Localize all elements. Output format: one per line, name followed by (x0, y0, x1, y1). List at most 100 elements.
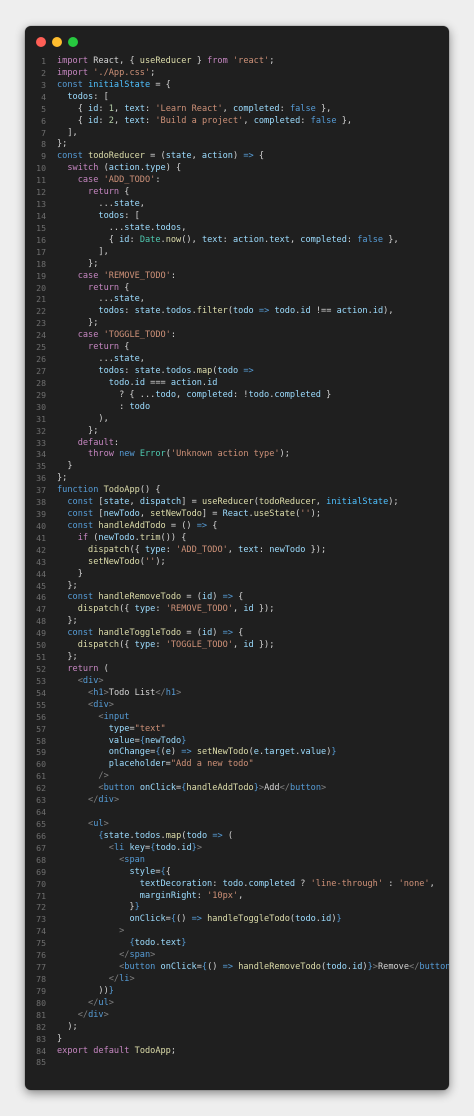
code-token: }; (57, 258, 99, 269)
code-text: }} (57, 902, 139, 914)
code-token: } (108, 985, 114, 996)
code-text: <h1>Todo List</h1> (57, 688, 181, 700)
code-text: if (newTodo.trim()) { (57, 533, 187, 545)
code-line: 84 export default TodoApp; (25, 1046, 449, 1058)
code-token: placeholder (108, 759, 166, 770)
code-text: case 'ADD_TODO': (57, 175, 161, 187)
code-token: case (77, 175, 99, 186)
code-line: 41 if (newTodo.trim()) { (25, 533, 449, 545)
code-token: { (119, 282, 130, 293)
code-line: 36}; (25, 473, 449, 485)
code-line: 9 const todoReducer = (state, action) => … (25, 151, 449, 163)
code-text: textDecoration: todo.completed ? 'line-t… (57, 879, 435, 891)
code-token: switch (67, 163, 99, 174)
line-number: 50 (36, 640, 46, 651)
line-number: 30 (36, 401, 46, 412)
code-token: ( (222, 830, 234, 841)
code-line: 40 const handleAddTodo = () => { (25, 521, 449, 533)
code-token: 'ADD_TODO' (103, 175, 156, 186)
code-token: false (310, 115, 337, 126)
code-token: ... (57, 354, 114, 365)
code-text: </ul> (57, 998, 114, 1010)
code-token: } (320, 389, 332, 400)
code-token: : (155, 640, 166, 651)
code-token: )) (57, 985, 109, 996)
code-line: 31 ), (25, 414, 449, 426)
code-text: </li> (57, 974, 135, 986)
code-token: : (300, 115, 311, 126)
code-line: 42 dispatch({ type: 'ADD_TODO', text: ne… (25, 545, 449, 557)
code-token: : (155, 604, 166, 615)
code-token: TodoApp (103, 485, 140, 496)
code-token: state (124, 222, 151, 233)
code-line: 8}; (25, 139, 449, 151)
code-text: </div> (57, 795, 119, 807)
code-text: function TodoApp() { (57, 485, 161, 497)
code-token: } (191, 56, 208, 66)
code-token: { (165, 866, 171, 877)
code-token: h1 (93, 687, 104, 698)
code-token: : (113, 437, 120, 448)
maximize-window-icon[interactable] (68, 37, 78, 47)
code-token: => (191, 914, 202, 925)
code-token: id (243, 640, 254, 651)
minimize-window-icon[interactable] (52, 37, 62, 47)
code-token: new (119, 449, 135, 460)
code-token: ( (98, 163, 109, 174)
code-token: () (207, 962, 223, 973)
code-token: li (119, 973, 130, 984)
code-text: ...state, (57, 354, 145, 366)
code-token: => (222, 962, 233, 973)
code-token: ); (310, 509, 321, 520)
code-token: '' (300, 509, 311, 520)
code-text: export default TodoApp; (57, 1046, 176, 1058)
line-number: 85 (36, 1057, 46, 1068)
code-text: onChange={(e) => setNewTodo(e.target.val… (57, 747, 337, 759)
line-number: 46 (36, 592, 46, 603)
code-line: 50 dispatch({ type: 'TOGGLE_TODO', id })… (25, 640, 449, 652)
code-text: case 'TOGGLE_TODO': (57, 330, 176, 342)
code-line: 22 todos: state.todos.filter(todo => tod… (25, 306, 449, 318)
code-line: 60 placeholder="Add a new todo" (25, 759, 449, 771)
code-token: todo (134, 938, 156, 949)
code-token: : (196, 890, 208, 901)
code-text: <div> (57, 676, 104, 688)
code-token: ? (295, 878, 311, 889)
code-token: 'Learn React' (155, 103, 223, 114)
code-token: dispatch (77, 604, 120, 615)
code-line: 21 ...state, (25, 294, 449, 306)
code-text: {state.todos.map(todo => ( (57, 831, 233, 843)
line-number: 58 (36, 735, 46, 746)
line-number: 60 (36, 759, 46, 770)
code-token: ul (93, 819, 104, 829)
line-number: 47 (36, 604, 46, 615)
code-token: button (289, 783, 321, 794)
code-text: }; (57, 259, 98, 271)
code-token: const (67, 497, 94, 508)
close-window-icon[interactable] (36, 37, 46, 47)
code-text: todos: state.todos.map(todo => (57, 365, 253, 378)
code-token: }, (383, 234, 399, 245)
line-number: 61 (36, 771, 46, 782)
code-text: ); (57, 1022, 77, 1034)
line-number: 76 (36, 950, 46, 961)
code-token: </ (77, 1009, 89, 1020)
code-token: : [ (124, 210, 140, 221)
code-token: 'Unknown action type' (170, 449, 280, 460)
code-line: 63 </div> (25, 795, 449, 807)
code-token: state (113, 354, 140, 365)
code-token: state (134, 365, 161, 376)
code-line: 18 }; (25, 259, 449, 271)
code-token: ... (57, 199, 114, 210)
